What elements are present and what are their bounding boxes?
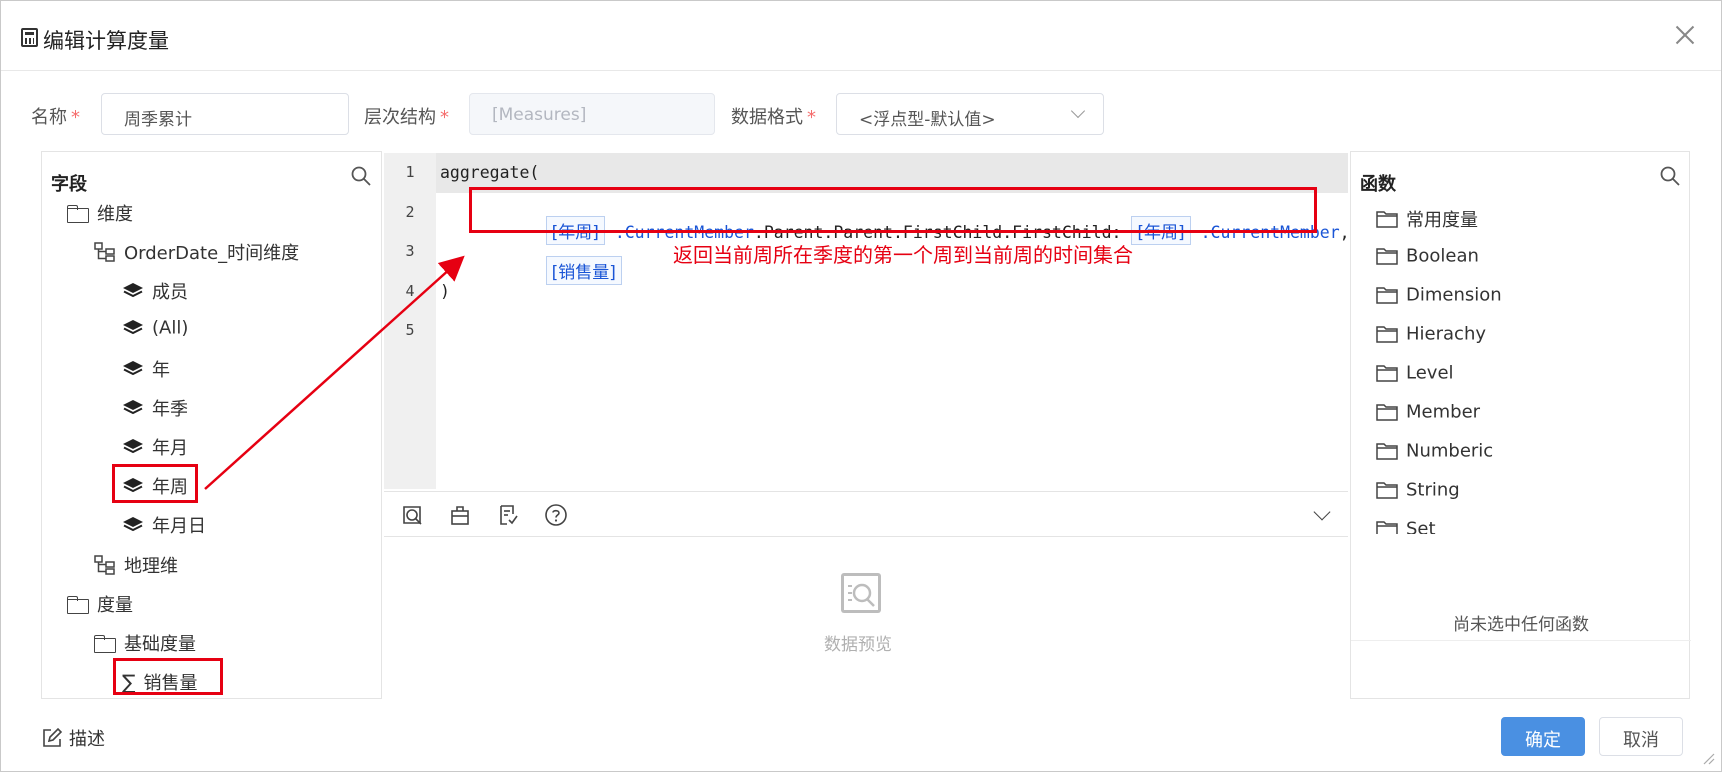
function-folder-item[interactable]: 常用度量 <box>1376 206 1478 232</box>
calculator-icon <box>21 28 38 47</box>
function-folder-item[interactable]: Hierachy <box>1376 323 1486 345</box>
folder-icon <box>1376 443 1398 460</box>
format-label: 数据格式 * <box>731 107 816 128</box>
cancel-button[interactable]: 取消 <box>1599 717 1683 756</box>
resize-grip-icon[interactable] <box>1701 751 1715 765</box>
function-folder-item[interactable]: String <box>1376 479 1460 501</box>
function-folder-list: 常用度量 Boolean Dimension Hierachy Level Member N… <box>1351 152 1689 534</box>
code-line-4: ) <box>440 282 450 301</box>
hierarchy-label: 层次结构 * <box>364 107 449 128</box>
format-search-icon[interactable] <box>400 503 424 527</box>
folder-icon <box>1376 248 1398 265</box>
line-number-gutter: 1 2 3 4 5 <box>384 153 436 489</box>
hierarchy-input: [Measures] <box>469 93 715 135</box>
folder-icon <box>1376 326 1398 343</box>
folder-open-icon <box>94 634 116 653</box>
layers-icon <box>123 320 143 335</box>
hierarchy-icon <box>94 242 115 262</box>
edit-calculated-measure-dialog: 编辑计算度量 名称 * 周季累计 层次结构 * [Measures] 数据格式 * <… <box>0 0 1722 772</box>
layers-icon <box>123 283 143 298</box>
tree-hierarchy-geo[interactable]: 地理维 <box>94 552 178 578</box>
highlight-code-line-2 <box>469 187 1317 233</box>
tree-level-item[interactable]: (All) <box>122 317 188 339</box>
layers-icon <box>123 517 143 532</box>
data-preview-area: 数据预览 <box>384 538 1348 699</box>
layers-icon <box>123 361 143 376</box>
tree-level-item[interactable]: 年月日 <box>122 512 206 538</box>
folder-open-icon <box>67 595 89 614</box>
clipboard-icon[interactable] <box>448 503 472 527</box>
functions-panel: 函数 常用度量 Boolean Dimension Hierachy Level Memb… <box>1350 151 1691 699</box>
tree-folder-basic-measures[interactable]: 基础度量 <box>94 630 196 656</box>
folder-open-icon <box>67 204 89 223</box>
no-function-selected-text: 尚未选中任何函数 <box>1453 615 1589 635</box>
line-number: 2 <box>405 203 415 221</box>
hierarchy-icon <box>94 555 115 575</box>
folder-icon <box>1376 521 1398 534</box>
tree-folder-measures[interactable]: 度量 <box>67 591 133 617</box>
folder-icon <box>1376 287 1398 304</box>
tree-level-item[interactable]: 年 <box>122 356 170 382</box>
ok-button[interactable]: 确定 <box>1501 717 1585 756</box>
code-line-3: [销售量] <box>486 237 622 304</box>
layers-icon <box>123 439 143 454</box>
code-line-1: aggregate( <box>440 163 540 182</box>
chevron-down-icon[interactable] <box>1313 503 1331 521</box>
function-folder-item[interactable]: Member <box>1376 401 1480 423</box>
tree-hierarchy-orderdate[interactable]: OrderDate_时间维度 <box>94 239 299 265</box>
data-preview-icon <box>841 573 881 613</box>
edit-icon <box>43 727 63 747</box>
tree-level-item[interactable]: 成员 <box>122 278 188 304</box>
annotation-text: 返回当前周所在季度的第一个周到当前周的时间集合 <box>673 243 1133 267</box>
highlight-sales <box>113 658 223 695</box>
editor-toolbar <box>384 491 1348 537</box>
name-input[interactable]: 周季累计 <box>101 93 349 135</box>
dialog-title: 编辑计算度量 <box>43 29 169 53</box>
help-icon[interactable] <box>544 503 568 527</box>
folder-icon <box>1376 211 1398 228</box>
tree-level-item[interactable]: 年季 <box>122 395 188 421</box>
folder-icon <box>1376 404 1398 421</box>
format-select-value: <浮点型-默认值> <box>859 110 996 130</box>
folder-icon <box>1376 482 1398 499</box>
name-label: 名称 * <box>31 107 80 128</box>
line-number: 4 <box>405 282 415 300</box>
function-folder-item[interactable]: Level <box>1376 362 1454 384</box>
function-folder-item[interactable]: Dimension <box>1376 284 1502 306</box>
folder-icon <box>1376 365 1398 382</box>
function-folder-item[interactable]: Numberic <box>1376 440 1493 462</box>
dialog-title-bar: 编辑计算度量 <box>1 1 1721 71</box>
validate-icon[interactable] <box>496 503 520 527</box>
describe-button[interactable]: 描述 <box>41 725 105 751</box>
functions-divider <box>1351 640 1691 641</box>
data-preview-text: 数据预览 <box>824 635 892 655</box>
layers-icon <box>123 400 143 415</box>
line-number: 5 <box>405 321 415 339</box>
fields-panel: 字段 维度 OrderDate_时间维度 成员 (All) 年年季 年月 年周 年月日 <box>41 151 382 699</box>
function-folder-item[interactable]: Set <box>1376 518 1436 534</box>
fields-panel-title: 字段 <box>51 174 87 195</box>
chevron-down-icon <box>1070 103 1086 119</box>
function-folder-item[interactable]: Boolean <box>1376 245 1479 267</box>
line-number: 3 <box>405 242 415 260</box>
tree-level-item[interactable]: 年月 <box>122 434 188 460</box>
line-number: 1 <box>405 163 415 181</box>
search-icon[interactable] <box>350 165 372 187</box>
code-tag-sales[interactable]: [销售量] <box>545 256 622 285</box>
highlight-year-week <box>112 464 198 503</box>
tree-folder-dimensions[interactable]: 维度 <box>67 200 133 226</box>
format-select[interactable]: <浮点型-默认值> <box>836 93 1104 135</box>
close-button[interactable] <box>1671 21 1699 49</box>
